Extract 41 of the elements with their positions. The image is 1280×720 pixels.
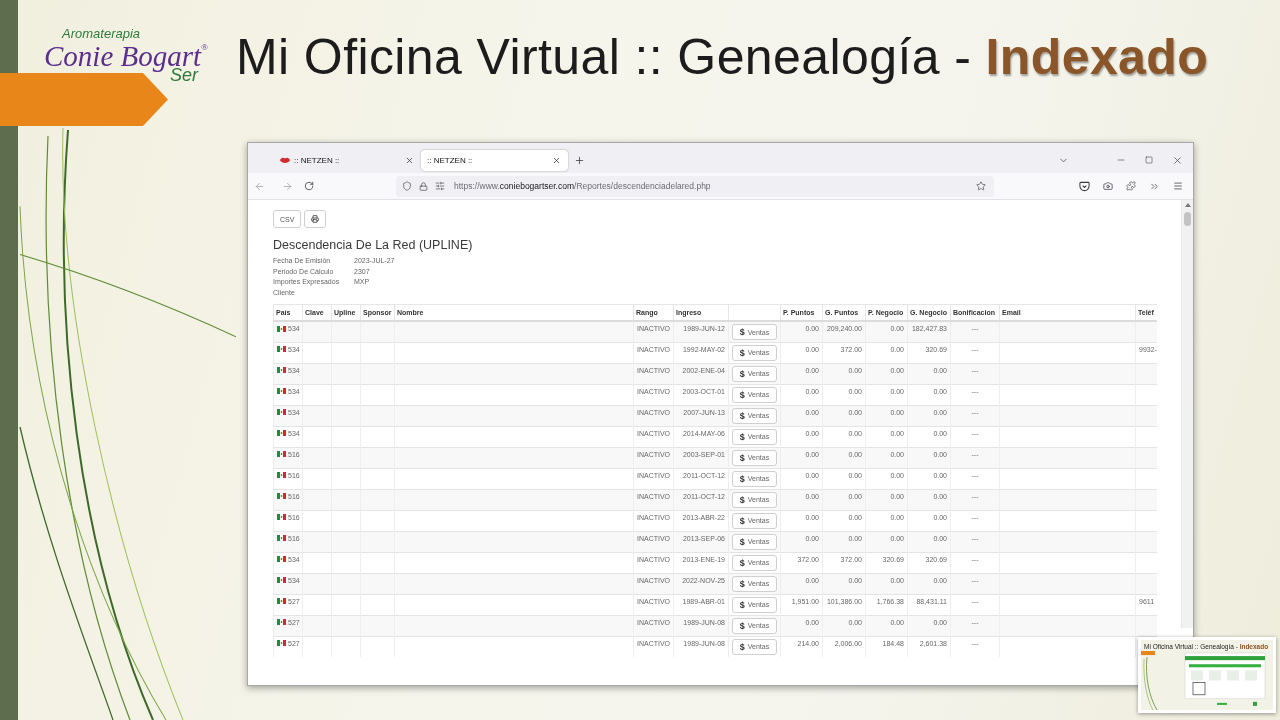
address-field[interactable]: https://www.coniebogartser.com/Reportes/descendenciadelared.php [396,175,994,197]
shield-icon[interactable] [402,181,412,191]
puzzle-icon[interactable] [1126,181,1136,191]
menu-icon[interactable] [1173,181,1183,191]
printer-icon [311,215,320,223]
scrollbar[interactable] [1181,200,1193,628]
flag-icon [277,514,286,520]
lock-icon[interactable] [419,181,428,191]
browser-tab[interactable]: :: NETZEN :: [421,149,568,171]
print-button[interactable] [304,210,327,228]
slide-title: Mi Oficina Virtual :: Genealogía - Indexado [236,28,1209,85]
flag-icon [277,388,286,394]
shield-chevron-icon[interactable] [1078,180,1090,192]
flag-icon [277,367,286,373]
flag-icon [277,619,286,625]
camera-icon[interactable] [1102,181,1113,191]
browser-tab[interactable]: :: NETZEN :: [266,149,421,171]
back-arrow-icon[interactable] [253,180,265,192]
maximize-icon[interactable] [1145,156,1153,164]
flag-icon [277,346,286,352]
sliders-icon[interactable] [435,181,445,191]
flag-icon [277,409,286,415]
flag-icon [277,325,286,332]
report-title: Descendencia De La Red (UPLINE) [273,237,474,253]
flag-icon [277,640,286,646]
flag-icon [277,577,286,583]
flag-icon [277,493,286,499]
star-icon[interactable] [976,181,986,191]
flag-icon [277,472,286,478]
flag-icon [277,556,286,562]
close-icon[interactable] [552,155,561,165]
flag-icon [277,598,286,604]
flag-icon [277,430,286,436]
plus-icon[interactable] [573,154,585,166]
flag-icon [277,535,286,541]
close-icon[interactable] [405,155,414,165]
reload-icon[interactable] [304,181,314,191]
logo-tagline: Aromaterapia [60,27,142,41]
close-icon[interactable] [1171,154,1183,166]
flag-icon [277,451,286,457]
forward-arrow-icon[interactable] [281,180,293,192]
